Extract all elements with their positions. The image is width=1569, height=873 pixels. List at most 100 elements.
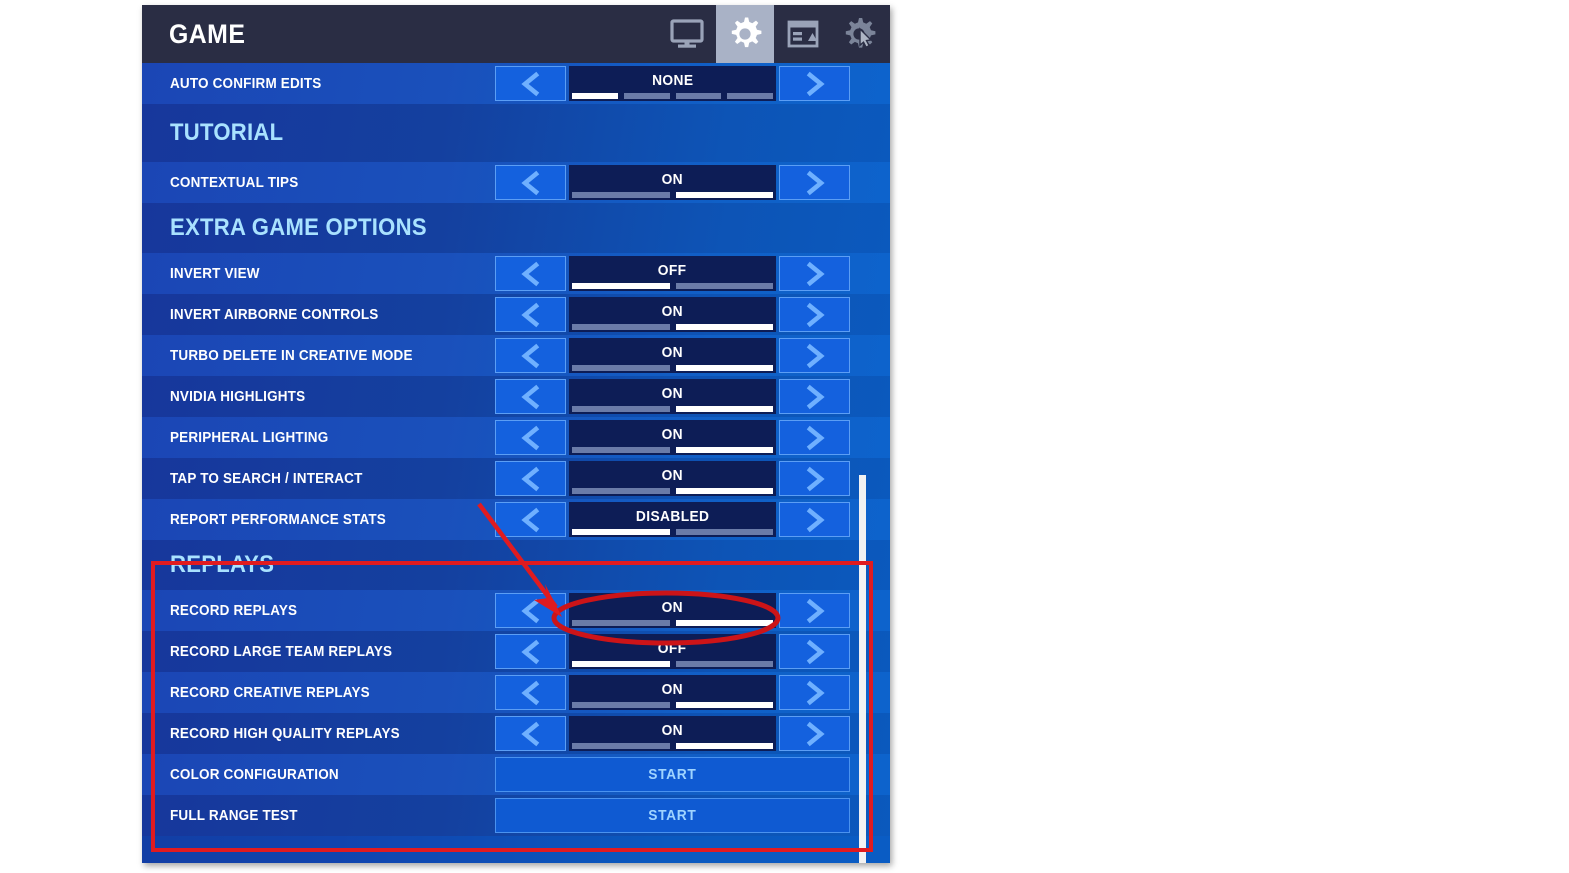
nvidia-highlights-value-box[interactable]: ON	[569, 379, 776, 414]
setting-row-invert-airborne-controls[interactable]: INVERT AIRBORNE CONTROLS ON	[142, 294, 890, 335]
invert-airborne-controls-next-button[interactable]	[779, 297, 850, 332]
turbo-delete-in-creative-mode-next-button[interactable]	[779, 338, 850, 373]
turbo-delete-in-creative-mode-prev-button[interactable]	[495, 338, 566, 373]
setting-row-nvidia-highlights[interactable]: NVIDIA HIGHLIGHTS ON	[142, 376, 890, 417]
section-header-tutorial: TUTORIAL	[142, 104, 890, 162]
record-creative-replays-value-box[interactable]: ON	[569, 675, 776, 710]
record-creative-replays-label: RECORD CREATIVE REPLAYS	[170, 684, 370, 701]
auto-confirm-edits-segment-indicator	[572, 93, 773, 99]
report-performance-stats-prev-button[interactable]	[495, 502, 566, 537]
full-range-test-start-button[interactable]: START	[495, 798, 850, 833]
tap-to-search-interact-value-box[interactable]: ON	[569, 461, 776, 496]
contextual-tips-prev-button[interactable]	[495, 165, 566, 200]
record-large-team-replays-next-button[interactable]	[779, 634, 850, 669]
peripheral-lighting-prev-button[interactable]	[495, 420, 566, 455]
start-button-label: START	[648, 807, 697, 824]
setting-row-invert-view[interactable]: INVERT VIEW OFF	[142, 253, 890, 294]
contextual-tips-stepper: ON	[495, 165, 850, 200]
record-large-team-replays-label: RECORD LARGE TEAM REPLAYS	[170, 643, 393, 660]
contextual-tips-value-box[interactable]: ON	[569, 165, 776, 200]
peripheral-lighting-next-button[interactable]	[779, 420, 850, 455]
setting-row-turbo-delete-in-creative-mode[interactable]: TURBO DELETE IN CREATIVE MODE ON	[142, 335, 890, 376]
record-replays-stepper: ON	[495, 593, 850, 628]
extra-game-options-title: EXTRA GAME OPTIONS	[170, 214, 427, 241]
auto-confirm-edits-next-button[interactable]	[779, 66, 850, 101]
auto-confirm-edits-prev-button[interactable]	[495, 66, 566, 101]
record-replays-next-button[interactable]	[779, 593, 850, 628]
settings-list[interactable]: AUTO CONFIRM EDITS NONE TUTORIAL CONTEXTUAL…	[142, 63, 890, 863]
record-creative-replays-prev-button[interactable]	[495, 675, 566, 710]
nvidia-highlights-prev-button[interactable]	[495, 379, 566, 414]
peripheral-lighting-value-box[interactable]: ON	[569, 420, 776, 455]
color-configuration-start-button[interactable]: START	[495, 757, 850, 792]
record-high-quality-replays-label: RECORD HIGH QUALITY REPLAYS	[170, 725, 400, 742]
report-performance-stats-value: DISABLED	[635, 508, 710, 525]
segment	[572, 488, 670, 494]
setting-row-report-performance-stats[interactable]: REPORT PERFORMANCE STATS DISABLED	[142, 499, 890, 540]
record-large-team-replays-value: OFF	[658, 640, 687, 657]
segment	[572, 743, 670, 749]
peripheral-lighting-segment-indicator	[572, 447, 773, 453]
contextual-tips-next-button[interactable]	[779, 165, 850, 200]
invert-airborne-controls-value: ON	[661, 303, 684, 320]
setting-row-record-high-quality-replays[interactable]: RECORD HIGH QUALITY REPLAYS ON	[142, 713, 890, 754]
tap-to-search-interact-prev-button[interactable]	[495, 461, 566, 496]
record-replays-label: RECORD REPLAYS	[170, 602, 298, 619]
segment	[675, 743, 773, 749]
setting-row-record-large-team-replays[interactable]: RECORD LARGE TEAM REPLAYS OFF	[142, 631, 890, 672]
record-high-quality-replays-next-button[interactable]	[779, 716, 850, 751]
display-icon[interactable]	[658, 5, 716, 63]
record-large-team-replays-stepper: OFF	[495, 634, 850, 669]
contextual-tips-segment-indicator	[572, 192, 773, 198]
invert-airborne-controls-prev-button[interactable]	[495, 297, 566, 332]
report-performance-stats-segment-indicator	[572, 529, 773, 535]
record-large-team-replays-prev-button[interactable]	[495, 634, 566, 669]
invert-airborne-controls-segment-indicator	[572, 324, 773, 330]
setting-row-record-creative-replays[interactable]: RECORD CREATIVE REPLAYS ON	[142, 672, 890, 713]
auto-confirm-edits-stepper: NONE	[495, 66, 850, 101]
tutorial-title: TUTORIAL	[170, 119, 284, 146]
invert-airborne-controls-stepper: ON	[495, 297, 850, 332]
segment	[675, 447, 773, 453]
scrollbar[interactable]	[859, 475, 866, 863]
record-replays-value-box[interactable]: ON	[569, 593, 776, 628]
record-high-quality-replays-prev-button[interactable]	[495, 716, 566, 751]
scrollbar-thumb[interactable]	[859, 475, 866, 863]
setting-row-record-replays[interactable]: RECORD REPLAYS ON	[142, 590, 890, 631]
tap-to-search-interact-label: TAP TO SEARCH / INTERACT	[170, 470, 363, 487]
invert-view-prev-button[interactable]	[495, 256, 566, 291]
setting-row-contextual-tips[interactable]: CONTEXTUAL TIPS ON	[142, 162, 890, 203]
segment	[675, 93, 722, 99]
segment	[623, 93, 670, 99]
report-performance-stats-value-box[interactable]: DISABLED	[569, 502, 776, 537]
record-large-team-replays-value-box[interactable]: OFF	[569, 634, 776, 669]
invert-airborne-controls-value-box[interactable]: ON	[569, 297, 776, 332]
invert-view-value-box[interactable]: OFF	[569, 256, 776, 291]
invert-view-stepper: OFF	[495, 256, 850, 291]
record-replays-value: ON	[661, 599, 684, 616]
report-performance-stats-label: REPORT PERFORMANCE STATS	[170, 511, 386, 528]
record-creative-replays-next-button[interactable]	[779, 675, 850, 710]
settings-tab-bar	[658, 5, 890, 63]
gear-icon[interactable]	[716, 5, 774, 63]
nvidia-highlights-next-button[interactable]	[779, 379, 850, 414]
setting-row-full-range-test[interactable]: FULL RANGE TEST START	[142, 795, 890, 836]
record-replays-prev-button[interactable]	[495, 593, 566, 628]
segment	[572, 324, 670, 330]
hud-layout-icon[interactable]	[774, 5, 832, 63]
setting-row-peripheral-lighting[interactable]: PERIPHERAL LIGHTING ON	[142, 417, 890, 458]
record-high-quality-replays-value-box[interactable]: ON	[569, 716, 776, 751]
setting-row-color-configuration[interactable]: COLOR CONFIGURATION START	[142, 754, 890, 795]
setting-row-tap-to-search-interact[interactable]: TAP TO SEARCH / INTERACT ON	[142, 458, 890, 499]
turbo-delete-in-creative-mode-value-box[interactable]: ON	[569, 338, 776, 373]
auto-confirm-edits-value-box[interactable]: NONE	[569, 66, 776, 101]
tap-to-search-interact-next-button[interactable]	[779, 461, 850, 496]
nvidia-highlights-value: ON	[661, 385, 684, 402]
record-creative-replays-value: ON	[661, 681, 684, 698]
setting-row-auto-confirm-edits[interactable]: AUTO CONFIRM EDITS NONE	[142, 63, 890, 104]
invert-view-next-button[interactable]	[779, 256, 850, 291]
segment	[572, 702, 670, 708]
gear-cursor-icon[interactable]	[832, 5, 890, 63]
segment	[675, 192, 773, 198]
report-performance-stats-next-button[interactable]	[779, 502, 850, 537]
